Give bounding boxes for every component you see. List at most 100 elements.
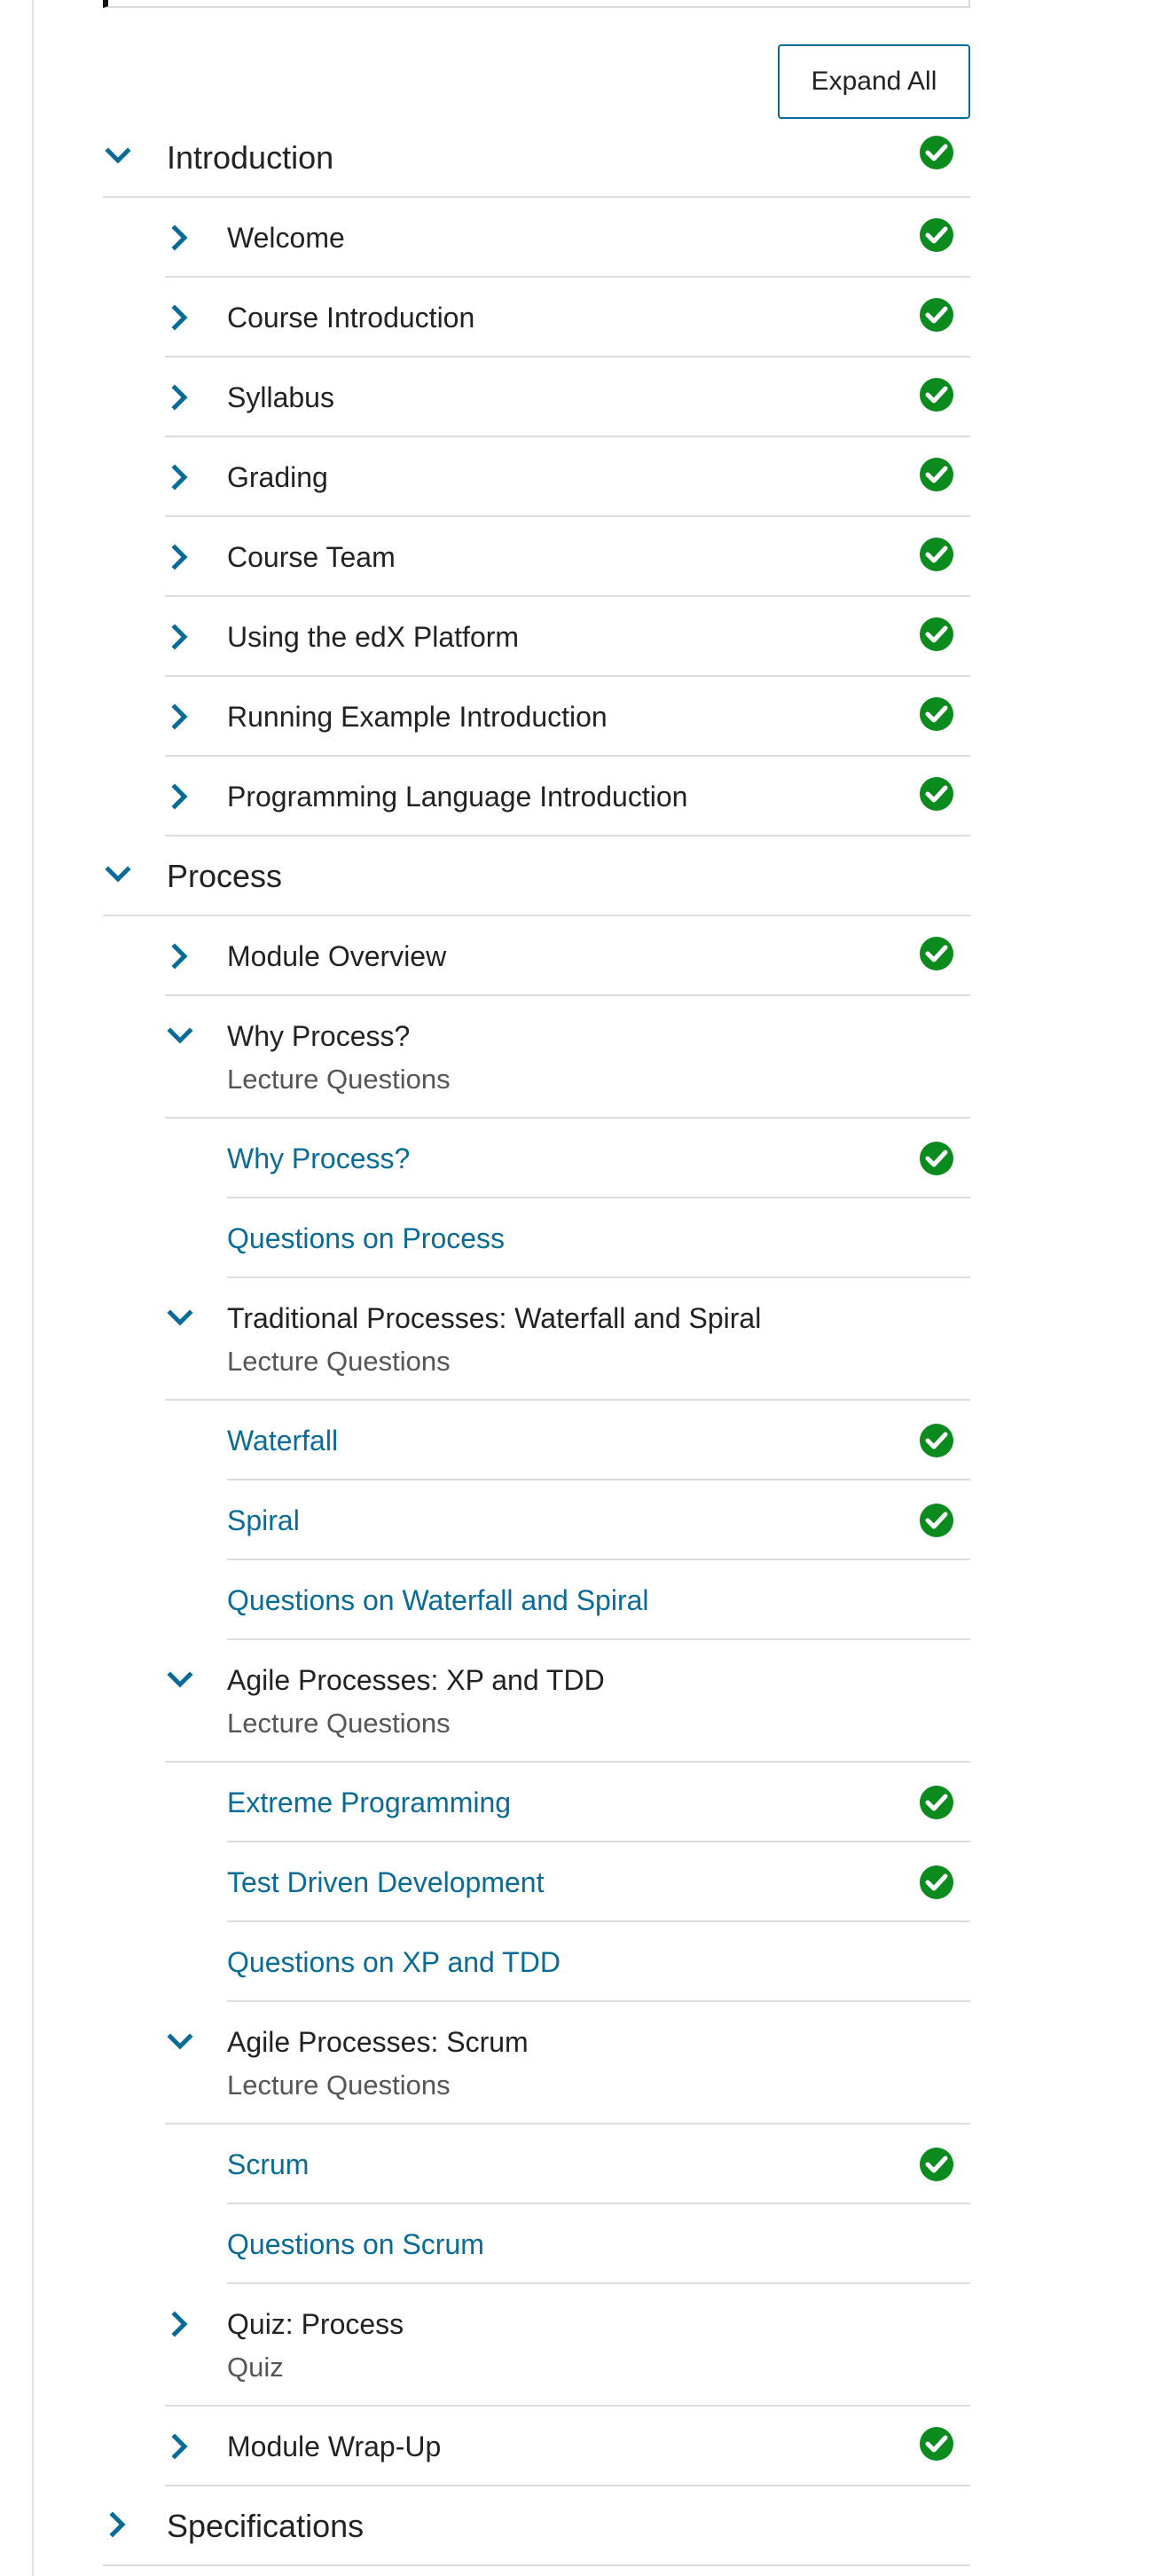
check-circle-icon	[919, 776, 954, 812]
check-circle-icon	[919, 696, 954, 732]
unit-link[interactable]: Spiral	[227, 1504, 300, 1537]
expand-all-button[interactable]: Expand All	[778, 44, 970, 119]
subsection-header[interactable]: Traditional Processes: Waterfall and Spi…	[165, 1278, 970, 1401]
subsection-title: Quiz: Process	[227, 2308, 404, 2340]
chevron-right-icon[interactable]	[165, 702, 195, 732]
subsection-subtitle: Lecture Questions	[227, 2069, 451, 2101]
unit-item[interactable]: Questions on Process	[227, 1198, 970, 1278]
subsection-subtitle: Quiz	[227, 2352, 284, 2383]
subsection-header[interactable]: Running Example Introduction	[165, 677, 970, 757]
subsection-header[interactable]: Using the edX Platform	[165, 597, 970, 677]
subsection-subtitle: Lecture Questions	[227, 1708, 451, 1739]
unit-item[interactable]: Extreme Programming	[227, 1763, 970, 1842]
check-circle-icon	[919, 297, 954, 333]
subsection-title: Agile Processes: XP and TDD	[227, 1664, 605, 1696]
chevron-right-icon[interactable]	[165, 302, 195, 333]
subsection-header[interactable]: Programming Language Introduction	[165, 757, 970, 836]
chevron-down-icon[interactable]	[103, 860, 133, 890]
unit-item[interactable]: Waterfall	[227, 1401, 970, 1480]
unit-link[interactable]: Test Driven Development	[227, 1866, 544, 1899]
subsection-title: Welcome	[227, 222, 345, 254]
course-outline: Introduction Welcome Course Introduction Sy…	[103, 118, 970, 2566]
chevron-down-icon[interactable]	[165, 2027, 195, 2057]
subsection-title: Programming Language Introduction	[227, 781, 688, 813]
subsection-header[interactable]: Course Team	[165, 517, 970, 597]
unit-link[interactable]: Questions on Scrum	[227, 2228, 484, 2261]
unit-link[interactable]: Scrum	[227, 2148, 309, 2181]
subsection-header[interactable]: Quiz: Process Quiz	[165, 2284, 970, 2407]
subsection-header[interactable]: Welcome	[165, 198, 970, 278]
unit-link[interactable]: Extreme Programming	[227, 1787, 511, 1819]
check-circle-icon	[919, 2426, 954, 2462]
section-header[interactable]: Process	[103, 836, 970, 916]
unit-item[interactable]: Questions on Waterfall and Spiral	[227, 1560, 970, 1640]
subsection-header[interactable]: Module Overview	[165, 916, 970, 996]
chevron-right-icon[interactable]	[165, 2309, 195, 2339]
chevron-down-icon[interactable]	[165, 1303, 195, 1333]
subsection-title: Why Process?	[227, 1020, 411, 1052]
unit-link[interactable]: Why Process?	[227, 1143, 410, 1175]
check-circle-icon	[919, 1865, 954, 1900]
subsection-title: Module Overview	[227, 940, 447, 972]
section-header[interactable]: Specifications	[103, 2486, 970, 2566]
unit-item[interactable]: Scrum	[227, 2124, 970, 2204]
check-circle-icon	[919, 1503, 954, 1538]
section-title: Specifications	[167, 2508, 365, 2544]
subsection-subtitle: Lecture Questions	[227, 1064, 451, 1095]
section-title: Introduction	[167, 139, 334, 176]
section-title: Process	[167, 858, 283, 894]
chevron-right-icon[interactable]	[165, 382, 195, 412]
chevron-right-icon[interactable]	[165, 462, 195, 492]
check-circle-icon	[919, 1785, 954, 1820]
check-circle-icon	[919, 617, 954, 652]
chevron-right-icon[interactable]	[165, 223, 195, 253]
check-circle-icon	[919, 1141, 954, 1176]
subsection-header[interactable]: Syllabus	[165, 357, 970, 437]
subsection-title: Module Wrap-Up	[227, 2431, 442, 2462]
chevron-down-icon[interactable]	[103, 141, 133, 171]
subsection-header[interactable]: Agile Processes: Scrum Lecture Questions	[165, 2002, 970, 2124]
subsection-title: Agile Processes: Scrum	[227, 2026, 529, 2058]
chevron-right-icon[interactable]	[103, 2509, 133, 2540]
subsection-header[interactable]: Agile Processes: XP and TDD Lecture Quest…	[165, 1640, 970, 1763]
subsection-header[interactable]: Grading	[165, 437, 970, 517]
subsection-header[interactable]: Course Introduction	[165, 278, 970, 357]
unit-item[interactable]: Test Driven Development	[227, 1842, 970, 1922]
chevron-down-icon[interactable]	[165, 1665, 195, 1695]
check-circle-icon	[919, 936, 954, 971]
unit-link[interactable]: Questions on XP and TDD	[227, 1946, 561, 1979]
unit-link[interactable]: Questions on Process	[227, 1222, 505, 1255]
chevron-right-icon[interactable]	[165, 781, 195, 812]
check-circle-icon	[919, 1423, 954, 1458]
section-header[interactable]: Introduction	[103, 118, 970, 198]
subsection-title: Grading	[227, 461, 328, 493]
chevron-right-icon[interactable]	[165, 2431, 195, 2462]
chevron-right-icon[interactable]	[165, 622, 195, 652]
unit-link[interactable]: Questions on Waterfall and Spiral	[227, 1584, 649, 1617]
subsection-title: Traditional Processes: Waterfall and Spi…	[227, 1302, 762, 1334]
subsection-title: Using the edX Platform	[227, 621, 520, 653]
subsection-subtitle: Lecture Questions	[227, 1346, 451, 1377]
check-circle-icon	[919, 2147, 954, 2182]
subsection-title: Course Introduction	[227, 302, 475, 334]
check-circle-icon	[919, 135, 954, 170]
subsection-header[interactable]: Module Wrap-Up	[165, 2407, 970, 2486]
subsection-title: Course Team	[227, 541, 396, 573]
unit-item[interactable]: Questions on XP and TDD	[227, 1922, 970, 2002]
subsection-title: Running Example Introduction	[227, 701, 608, 733]
chevron-right-icon[interactable]	[165, 941, 195, 971]
check-circle-icon	[919, 457, 954, 492]
subsection-title: Syllabus	[227, 381, 334, 413]
check-circle-icon	[919, 217, 954, 253]
check-circle-icon	[919, 377, 954, 412]
chevron-down-icon[interactable]	[165, 1021, 195, 1051]
subsection-header[interactable]: Why Process? Lecture Questions	[165, 996, 970, 1119]
unit-link[interactable]: Waterfall	[227, 1425, 338, 1457]
chevron-right-icon[interactable]	[165, 542, 195, 572]
unit-item[interactable]: Why Process?	[227, 1119, 970, 1198]
unit-item[interactable]: Spiral	[227, 1480, 970, 1560]
previous-panel-edge	[103, 0, 970, 8]
check-circle-icon	[919, 537, 954, 572]
page-left-border	[32, 0, 34, 2576]
unit-item[interactable]: Questions on Scrum	[227, 2204, 970, 2284]
